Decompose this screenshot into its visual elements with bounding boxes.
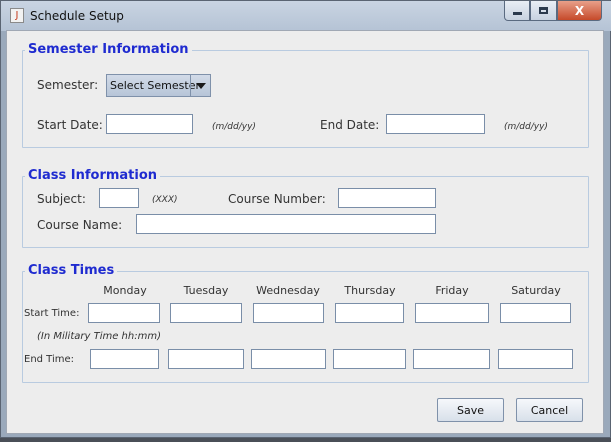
start-time-saturday-input[interactable] (500, 303, 571, 323)
semester-label: Semester: (37, 78, 99, 92)
start-time-label: Start Time: (24, 308, 80, 319)
subject-input[interactable] (99, 188, 139, 208)
day-header-thursday: Thursday (344, 284, 396, 297)
end-time-friday-input[interactable] (413, 349, 490, 369)
military-time-hint: (In Military Time hh:mm) (37, 331, 161, 342)
save-button[interactable]: Save (437, 398, 504, 422)
end-time-wednesday-input[interactable] (251, 349, 326, 369)
maximize-icon (539, 7, 548, 14)
start-date-label: Start Date: (37, 118, 103, 132)
end-time-saturday-input[interactable] (498, 349, 573, 369)
end-date-format-hint: (m/dd/yy) (504, 122, 548, 132)
course-name-input[interactable] (136, 214, 436, 234)
maximize-button[interactable] (530, 1, 557, 21)
semester-dropdown[interactable]: Select Semester (106, 74, 211, 97)
start-time-monday-input[interactable] (88, 303, 160, 323)
start-time-wednesday-input[interactable] (253, 303, 324, 323)
start-time-friday-input[interactable] (415, 303, 489, 323)
day-header-saturday: Saturday (511, 284, 561, 297)
minimize-icon (512, 12, 522, 15)
start-date-format-hint: (m/dd/yy) (212, 122, 256, 132)
start-date-input[interactable] (106, 114, 193, 134)
window-title: Schedule Setup (30, 9, 124, 23)
end-date-label: End Date: (320, 118, 380, 132)
start-time-thursday-input[interactable] (335, 303, 404, 323)
day-header-tuesday: Tuesday (183, 284, 229, 297)
end-date-input[interactable] (386, 114, 485, 134)
start-time-tuesday-input[interactable] (170, 303, 242, 323)
day-header-wednesday: Wednesday (256, 284, 320, 297)
subject-format-hint: (XXX) (152, 195, 178, 205)
semester-information-legend: Semester Information (25, 42, 192, 58)
course-name-label: Course Name: (37, 218, 123, 232)
cancel-button[interactable]: Cancel (516, 398, 583, 422)
course-number-input[interactable] (338, 188, 436, 208)
end-time-label: End Time: (24, 354, 75, 365)
minimize-button[interactable] (504, 1, 530, 21)
semester-dropdown-value: Select Semester (110, 79, 200, 92)
course-number-label: Course Number: (228, 192, 326, 206)
end-time-tuesday-input[interactable] (168, 349, 244, 369)
class-information-group (22, 176, 589, 248)
subject-label: Subject: (37, 192, 86, 206)
day-header-monday: Monday (103, 284, 147, 297)
class-times-legend: Class Times (25, 263, 118, 279)
day-header-friday: Friday (435, 284, 469, 297)
java-app-icon: J (10, 8, 24, 23)
chevron-down-icon[interactable] (190, 75, 210, 96)
close-icon: X (574, 3, 585, 18)
end-time-monday-input[interactable] (90, 349, 159, 369)
end-time-thursday-input[interactable] (333, 349, 406, 369)
close-button[interactable]: X (557, 1, 602, 21)
class-information-legend: Class Information (25, 168, 161, 184)
